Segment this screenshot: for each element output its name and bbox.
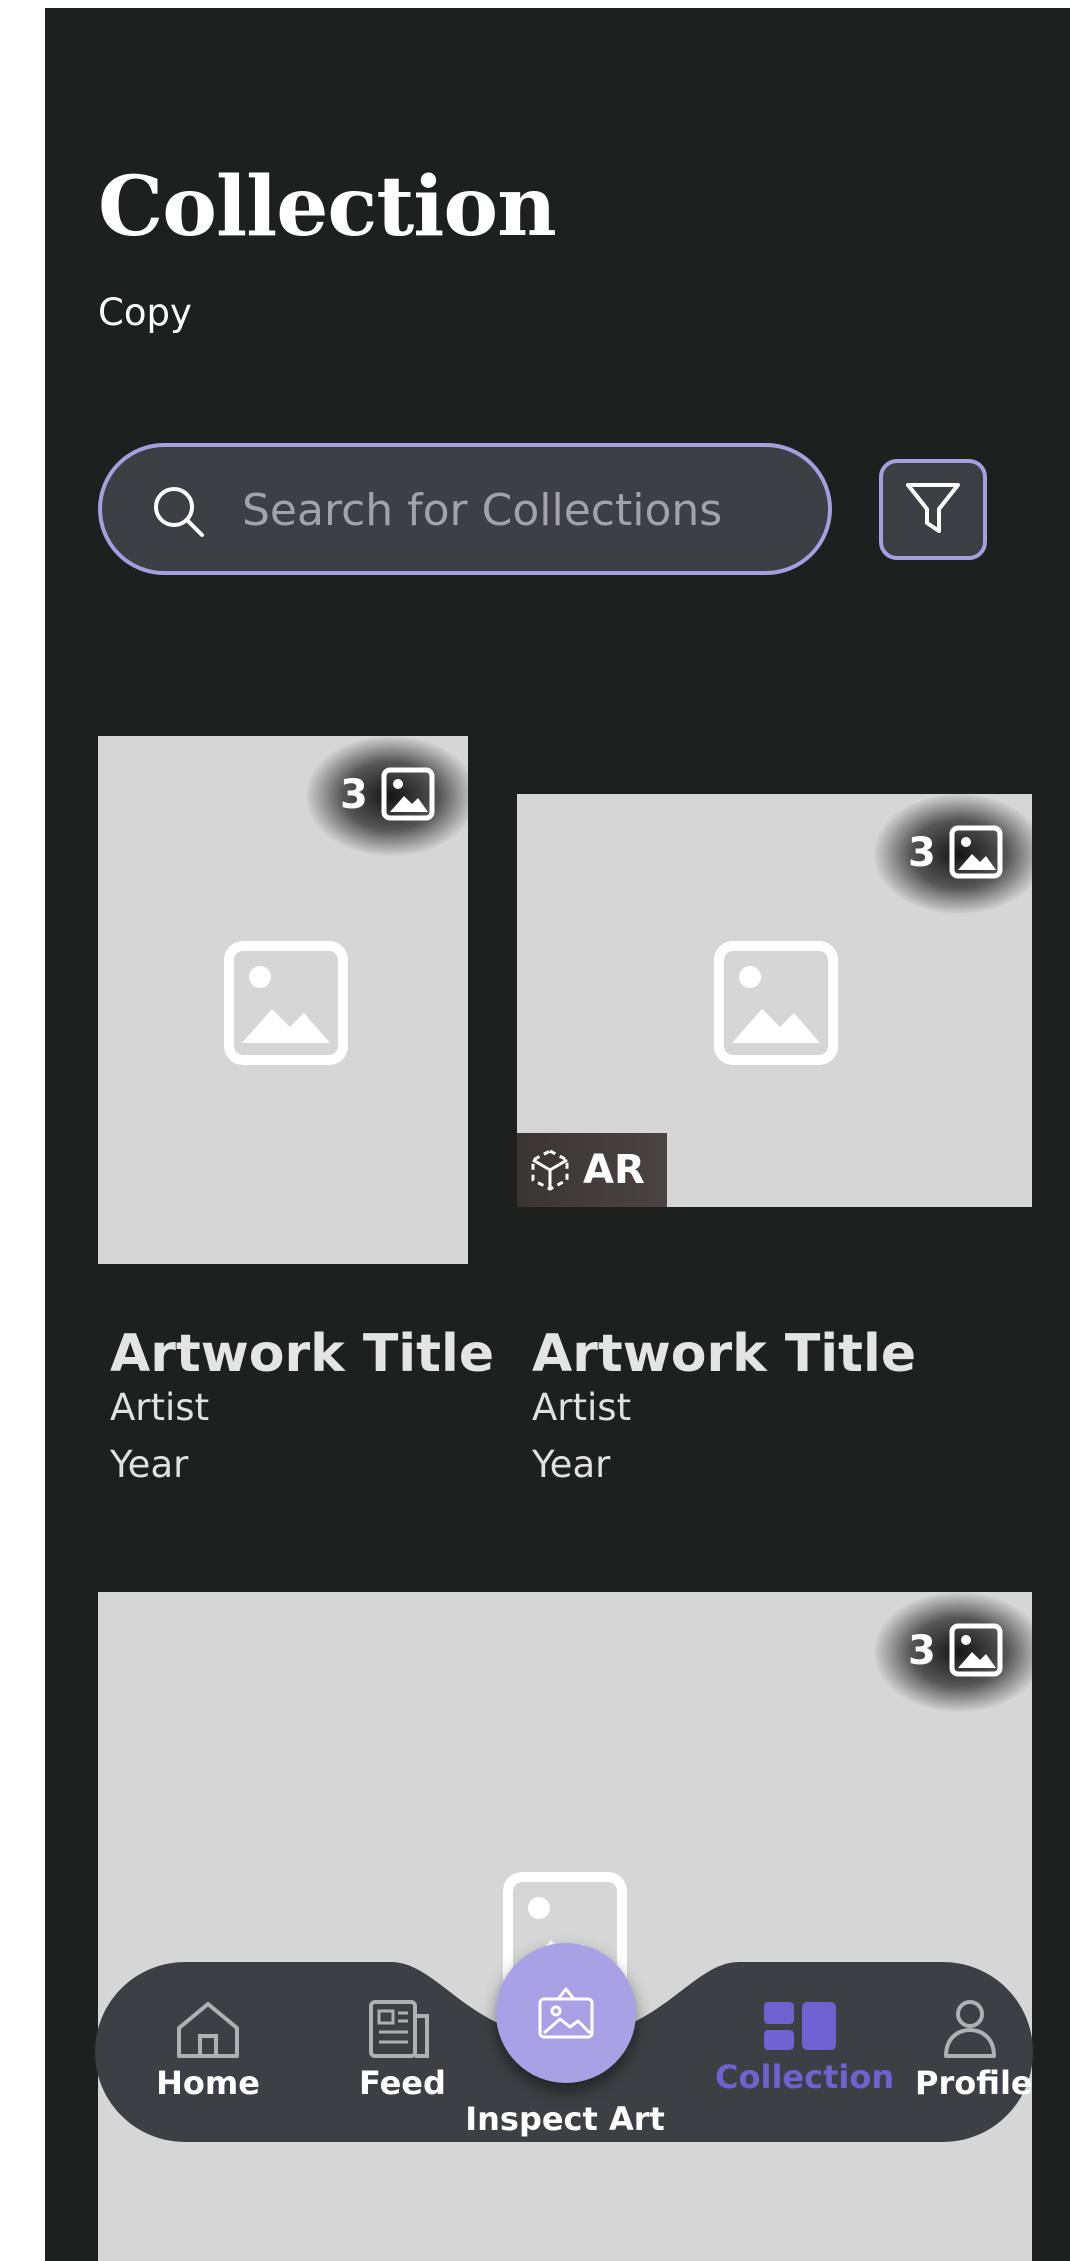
image-icon [949, 1623, 1003, 1677]
nav-inspect-art[interactable]: Inspect Art [460, 2100, 670, 2138]
artwork-card-image[interactable]: 3 [98, 736, 468, 1264]
artwork-artist: Artist [110, 1386, 210, 1429]
nav-label: Inspect Art [465, 2100, 665, 2138]
artwork-title: Artwork Title [110, 1324, 495, 1384]
image-icon [381, 767, 435, 821]
nav-label: Collection [715, 2058, 895, 2096]
filter-icon [902, 477, 964, 543]
image-count-badge: 3 [874, 1592, 1032, 1712]
image-count-badge: 3 [874, 794, 1032, 914]
nav-feed[interactable]: Feed [359, 1998, 446, 2102]
search-icon [152, 485, 206, 543]
image-count: 3 [340, 772, 368, 818]
image-count-badge: 3 [306, 736, 468, 856]
ar-badge[interactable]: AR [517, 1133, 667, 1207]
artwork-card-image[interactable]: 3 AR [517, 794, 1032, 1207]
nav-label: Home [156, 2064, 260, 2102]
ar-label: AR [583, 1147, 645, 1193]
newspaper-icon [369, 2000, 429, 2058]
nav-home[interactable]: Home [153, 1998, 263, 2102]
filter-button[interactable] [879, 459, 987, 560]
person-icon [944, 2000, 996, 2058]
image-count: 3 [908, 1628, 936, 1674]
home-icon [177, 2002, 239, 2058]
image-placeholder-icon [714, 941, 838, 1065]
nav-profile[interactable]: Profile [915, 1998, 1033, 2102]
nav-collection[interactable]: Collection [715, 1998, 895, 2096]
image-icon [949, 825, 1003, 879]
image-placeholder-icon [224, 941, 348, 1065]
collection-icon [764, 2002, 836, 2050]
search-bar[interactable] [98, 443, 832, 575]
page-title: Collection [98, 159, 557, 255]
nav-label: Feed [359, 2064, 446, 2102]
app-screen: Collection Copy 3 [45, 8, 1070, 2261]
page-subtitle: Copy [98, 291, 192, 334]
nav-label: Profile [915, 2064, 1033, 2102]
artwork-artist: Artist [532, 1386, 632, 1429]
artwork-year: Year [532, 1443, 611, 1486]
search-input[interactable] [240, 447, 804, 573]
artwork-title: Artwork Title [532, 1324, 917, 1384]
inspect-art-button[interactable] [496, 1943, 636, 2083]
ar-cube-icon [531, 1149, 569, 1191]
inspect-art-icon [538, 1987, 594, 2039]
image-count: 3 [908, 830, 936, 876]
artwork-year: Year [110, 1443, 189, 1486]
